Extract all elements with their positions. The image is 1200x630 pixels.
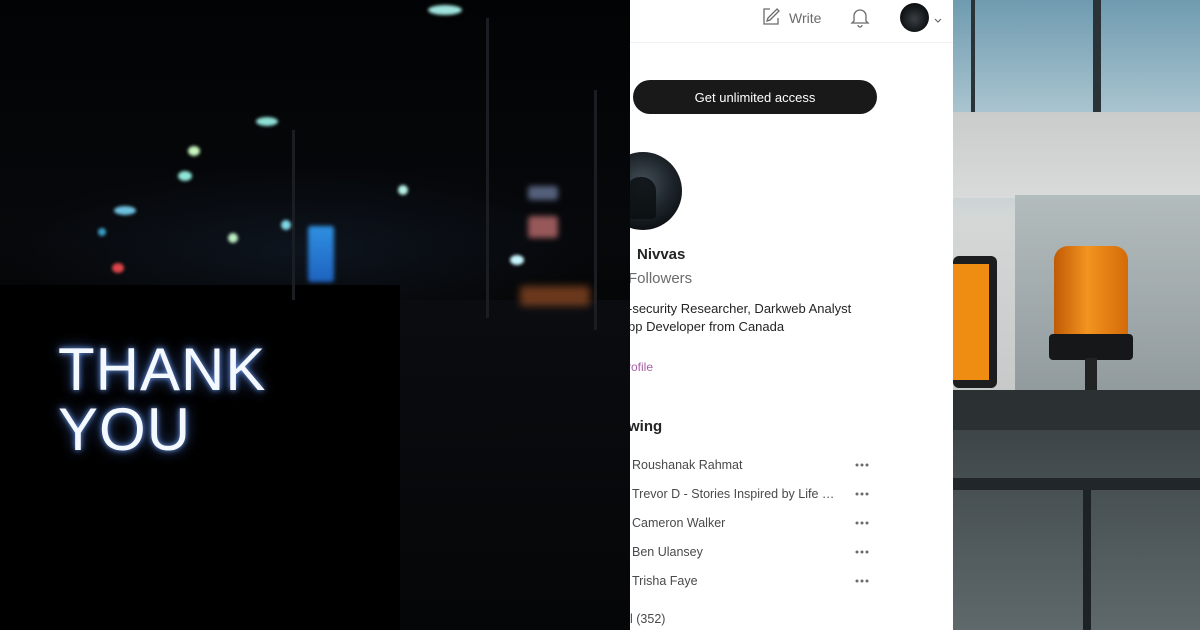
building-facade — [953, 112, 1200, 198]
edit-profile-link[interactable]: rofile — [630, 360, 653, 374]
profile-panel: Write Get unlimited access Nivvas Follow… — [630, 0, 953, 630]
beacon-base — [1049, 334, 1133, 360]
write-label: Write — [789, 10, 822, 26]
more-options-icon[interactable] — [854, 515, 870, 536]
profile-name: Nivvas — [637, 246, 686, 263]
street-light — [256, 117, 278, 126]
orange-beacon-light — [1054, 246, 1128, 338]
bio-line: pp Developer from Canada — [630, 319, 785, 334]
following-list: Roushanak Rahmat Trevor D - Stories Insp… — [630, 455, 953, 600]
window-frame — [971, 0, 975, 112]
sign-line: YOU — [58, 396, 192, 463]
more-options-icon[interactable] — [854, 544, 870, 565]
window-bar — [953, 478, 1200, 490]
list-item: Cameron Walker — [630, 513, 953, 542]
more-options-icon[interactable] — [854, 573, 870, 594]
street-pole — [486, 18, 489, 318]
following-name[interactable]: Trisha Faye — [632, 574, 842, 588]
list-item: Trisha Faye — [630, 571, 953, 600]
more-options-icon[interactable] — [854, 486, 870, 507]
cab-roof-rail — [953, 390, 1200, 430]
followers-link[interactable]: Followers — [630, 270, 692, 287]
orange-window-glow — [520, 286, 590, 306]
vehicle-beacon-photo — [953, 0, 1200, 630]
list-item: Ben Ulansey — [630, 542, 953, 571]
get-unlimited-access-button[interactable]: Get unlimited access — [633, 80, 877, 114]
avatar[interactable] — [900, 3, 929, 32]
write-button[interactable]: Write — [761, 6, 821, 30]
bell-icon[interactable] — [849, 6, 871, 33]
more-options-icon[interactable] — [854, 457, 870, 478]
street-light — [281, 220, 291, 230]
street-light — [510, 255, 524, 265]
street-light — [188, 146, 200, 156]
window-frame — [1093, 0, 1101, 112]
street-light — [178, 171, 192, 181]
write-icon — [761, 7, 789, 30]
traffic-light-red — [112, 263, 124, 273]
list-item: Roushanak Rahmat — [630, 455, 953, 484]
chevron-down-icon[interactable] — [933, 12, 943, 30]
profile-avatar — [630, 152, 682, 230]
street-light — [428, 5, 462, 15]
list-item: Trevor D - Stories Inspired by Life & Hi… — [630, 484, 953, 513]
glass-roof — [953, 0, 1200, 112]
street-light — [228, 233, 238, 243]
street-light — [98, 228, 106, 236]
street-light — [114, 206, 136, 215]
orange-sign — [953, 264, 989, 380]
following-name[interactable]: Roushanak Rahmat — [632, 458, 842, 472]
see-all-following-link[interactable]: l (352) — [630, 612, 665, 626]
bio-line: -security Researcher, Darkweb Analyst — [630, 301, 852, 316]
thank-you-photo: THANK YOU — [0, 0, 630, 630]
street-light — [398, 185, 408, 195]
following-name[interactable]: Cameron Walker — [632, 516, 842, 530]
following-name[interactable]: Trevor D - Stories Inspired by Life & Hi… — [632, 487, 842, 501]
cab-window — [953, 430, 1200, 630]
profile-bio: -security Researcher, Darkweb Analyst pp… — [630, 300, 868, 336]
blue-sign-glow — [308, 226, 334, 282]
dark-building — [400, 300, 630, 630]
street-pole — [292, 130, 295, 300]
following-heading: wing — [630, 418, 663, 435]
window-bar — [1083, 490, 1091, 630]
top-bar: Write — [630, 0, 953, 43]
thank-you-sign: THANK YOU — [58, 340, 266, 460]
street-pole — [594, 90, 597, 330]
sign-line: THANK — [58, 336, 267, 403]
sign-glow — [528, 186, 558, 200]
red-sign-glow — [528, 216, 558, 238]
following-name[interactable]: Ben Ulansey — [632, 545, 842, 559]
